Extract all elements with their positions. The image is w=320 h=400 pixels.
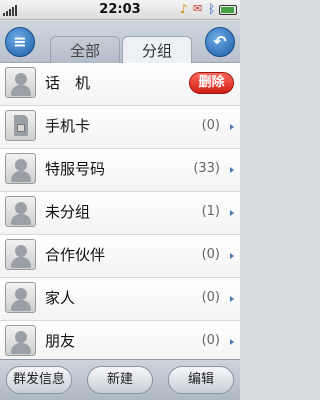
list-item[interactable]: 朋友 (0) xyxy=(0,321,240,363)
contact-icon xyxy=(5,196,36,227)
back-arrow-icon[interactable]: ↶ xyxy=(205,27,235,57)
contact-icon xyxy=(5,325,36,356)
bluetooth-icon: ᛒ xyxy=(208,2,216,16)
group-list[interactable]: 话 机 删除 手机卡 (0) 特服号码 (33) 未分组 (1) 合作伙伴 (0… xyxy=(0,63,240,363)
header: ≡ 全部 分组 ↶ xyxy=(0,21,240,64)
chevron-right-icon xyxy=(230,296,234,302)
group-name: 话 机 xyxy=(45,74,91,92)
group-count: (0) xyxy=(201,118,220,133)
mail-icon: ✉ xyxy=(193,2,203,15)
group-name: 家人 xyxy=(45,289,76,307)
contact-icon xyxy=(5,282,36,313)
chevron-right-icon xyxy=(230,339,234,345)
list-item[interactable]: 话 机 删除 xyxy=(0,63,240,106)
group-count: (0) xyxy=(201,290,220,305)
group-count: (0) xyxy=(201,333,220,348)
group-name: 朋友 xyxy=(45,332,76,350)
chevron-right-icon xyxy=(230,210,234,216)
chevron-right-icon xyxy=(230,253,234,259)
group-count: (33) xyxy=(193,161,220,176)
group-name: 特服号码 xyxy=(45,160,106,178)
list-item[interactable]: 未分组 (1) xyxy=(0,192,240,235)
edit-button[interactable]: 编辑 xyxy=(168,366,234,394)
music-note-icon: ♪ xyxy=(180,2,188,16)
tab-all[interactable]: 全部 xyxy=(50,36,120,64)
bottom-toolbar: 群发信息 新建 编辑 xyxy=(0,359,240,400)
battery-icon xyxy=(219,5,237,15)
group-name: 手机卡 xyxy=(45,117,91,135)
sim-card-icon xyxy=(5,110,36,141)
broadcast-message-button[interactable]: 群发信息 xyxy=(6,366,72,394)
group-count: (0) xyxy=(201,247,220,262)
new-group-button[interactable]: 新建 xyxy=(87,366,153,394)
contact-icon xyxy=(5,67,36,98)
tab-groups[interactable]: 分组 xyxy=(122,36,192,64)
status-bar: 22:03 ♪ ✉ ᛒ xyxy=(0,0,240,20)
list-item[interactable]: 特服号码 (33) xyxy=(0,149,240,192)
chevron-right-icon xyxy=(230,124,234,130)
list-menu-icon[interactable]: ≡ xyxy=(5,27,35,57)
list-item[interactable]: 家人 (0) xyxy=(0,278,240,321)
contact-icon xyxy=(5,239,36,270)
group-name: 合作伙伴 xyxy=(45,246,106,264)
group-count: (1) xyxy=(201,204,220,219)
delete-button[interactable]: 删除 xyxy=(189,72,234,94)
contact-icon xyxy=(5,153,36,184)
list-item[interactable]: 手机卡 (0) xyxy=(0,106,240,149)
list-item[interactable]: 合作伙伴 (0) xyxy=(0,235,240,278)
chevron-right-icon xyxy=(230,167,234,173)
group-name: 未分组 xyxy=(45,203,91,221)
